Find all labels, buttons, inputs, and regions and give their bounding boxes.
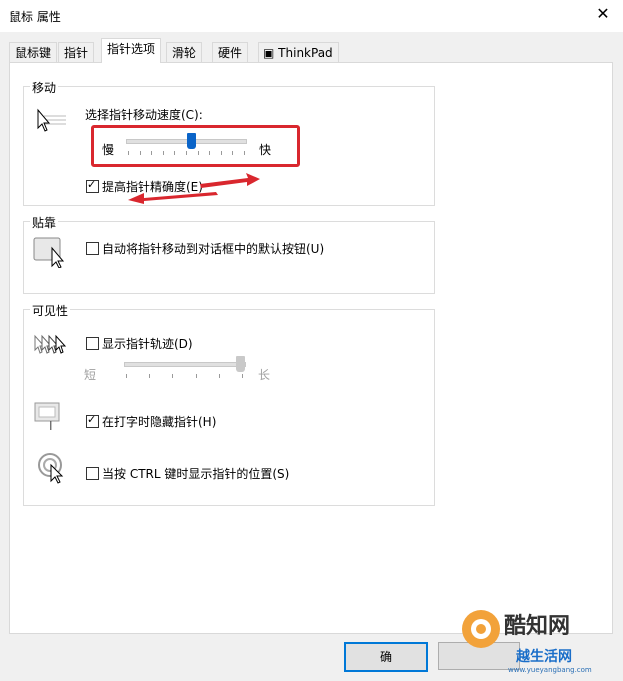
thinkpad-icon: ▣ (263, 46, 275, 60)
precision-checkbox[interactable] (86, 178, 99, 193)
slider-tick (174, 151, 175, 155)
close-icon[interactable]: ✕ (592, 4, 614, 23)
slider-tick (209, 151, 210, 155)
slider-tick (219, 374, 220, 378)
slider-tick (128, 151, 129, 155)
watermark-text: 酷知网 (504, 614, 571, 639)
ok-button-label: 确 (379, 650, 392, 664)
trails-slider-track (124, 362, 246, 367)
trails-slider-thumb (236, 356, 245, 372)
hide-pointer-icon: I (34, 402, 60, 433)
slider-tick (186, 151, 187, 155)
hide-while-typing-checkbox[interactable] (86, 413, 99, 428)
visibility-group-label: 可见性 (30, 302, 71, 319)
motion-group-label: 移动 (30, 79, 59, 96)
watermark-url: www.yueyangbang.com (508, 666, 592, 674)
slider-tick (244, 151, 245, 155)
slider-tick (242, 374, 243, 378)
snap-to-icon (33, 237, 65, 268)
watermark-text2: 越生活网 (516, 649, 572, 665)
hide-while-typing-label: 在打字时隐藏指针(H) (102, 415, 217, 429)
trails-checkbox[interactable] (86, 337, 99, 350)
short-label: 短 (84, 368, 97, 382)
tab-pointer-options[interactable]: 指针选项 (101, 38, 162, 63)
slider-tick (172, 374, 173, 378)
slider-tick (149, 374, 150, 378)
watermark: 酷知网 越生活网 www.yueyangbang.com (460, 604, 620, 681)
tab-hardware[interactable]: 硬件 (212, 42, 249, 63)
ctrl-locate-label: 当按 CTRL 键时显示指针的位置(S) (102, 467, 290, 481)
slider-tick (221, 151, 222, 155)
watermark-logo-icon (462, 610, 500, 648)
snap-group (23, 221, 435, 294)
tab-thinkpad[interactable]: ▣ ThinkPad (258, 42, 339, 63)
pointer-trails-icon (34, 334, 67, 354)
annotation-red-arrows (128, 173, 260, 204)
slider-tick (232, 151, 233, 155)
pointer-speed-icon (37, 108, 66, 132)
speed-label: 选择指针移动速度(C): (85, 108, 203, 122)
tab-wheel[interactable]: 滑轮 (166, 42, 203, 63)
snap-group-label: 贴靠 (30, 214, 59, 231)
window-title: 鼠标 属性 (9, 10, 61, 24)
ctrl-locate-icon (38, 453, 64, 484)
tab-thinkpad-label: ThinkPad (278, 46, 333, 60)
tab-strip: 鼠标键 指针 指针选项 滑轮 硬件 ▣ ThinkPad (0, 38, 623, 64)
slider-tick (140, 151, 141, 155)
slider-tick (198, 151, 199, 155)
fast-label: 快 (259, 143, 272, 157)
tab-pointers[interactable]: 指针 (58, 42, 95, 63)
snap-checkbox[interactable] (86, 242, 99, 255)
slider-tick (163, 151, 164, 155)
trails-label: 显示指针轨迹(D) (102, 337, 193, 351)
slider-tick (126, 374, 127, 378)
ctrl-locate-checkbox[interactable] (86, 467, 99, 480)
speed-slider-thumb[interactable] (187, 133, 196, 149)
tab-buttons[interactable]: 鼠标键 (9, 42, 58, 63)
ok-button[interactable]: 确 (344, 642, 428, 672)
long-label: 长 (258, 368, 271, 382)
svg-text:I: I (49, 419, 53, 433)
slider-tick (151, 151, 152, 155)
slow-label: 慢 (102, 143, 115, 157)
snap-label: 自动将指针移动到对话框中的默认按钮(U) (102, 242, 325, 256)
slider-tick (196, 374, 197, 378)
title-bar: 鼠标 属性 ✕ (0, 0, 623, 32)
